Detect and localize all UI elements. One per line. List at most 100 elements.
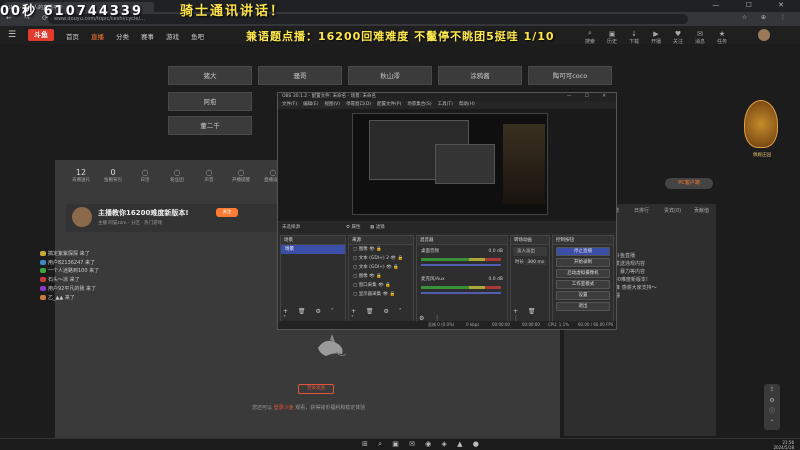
properties-label: 属性 [351,225,361,230]
nav-item-label: 任务 [716,39,727,45]
volume-slider[interactable] [421,264,501,266]
follow-button[interactable]: 关注 [216,208,238,217]
streamer-link[interactable]: 董二千 [168,116,252,135]
scene-item[interactable]: 场景 [281,245,345,254]
browser-toolbar-icons[interactable]: ☆ ⊕ ⋮ [742,14,792,21]
source-item[interactable]: ▢ 显示器采集 👁 🔒 [349,290,413,299]
chat-tab[interactable]: 贵宾(0) [664,207,681,214]
chat-entry: 用户92平凡的我 来了 [40,285,99,294]
volume-slider[interactable] [421,292,501,294]
control-button[interactable]: 停止直播 [556,247,610,256]
settings-icon[interactable]: ⚙ [764,395,780,406]
stat-item[interactable]: ◌ 粉丝团 [164,168,190,183]
stat-item[interactable]: ◌ 声音 [196,168,222,183]
obs-menu-item[interactable]: 停靠窗口(D) [346,102,371,107]
nav-right-item[interactable]: ⌕ 搜索 [580,29,600,45]
room-subtitle: 主播 阿猫zzm · 分区 · 热门游戏 [98,221,163,226]
stat-item[interactable]: ◌ 日活 [132,168,158,183]
nav-link[interactable]: 鱼吧 [191,33,204,41]
nav-right-item[interactable]: ♥ 关注 [668,30,688,45]
sources-toolbar[interactable]: + 🗑 ⚙ ˄ ˅ [351,308,413,322]
chat-tab[interactable]: 日排行 [634,207,649,214]
visibility-icon[interactable]: 👁 🔒 [377,283,391,288]
login-link[interactable]: 登录斗鱼 [274,405,294,411]
user-avatar[interactable] [758,29,770,41]
visibility-icon[interactable]: 👁 🔒 [368,247,382,252]
scenes-toolbar[interactable]: + 🗑 ⚙ ˄ ˅ [283,308,345,322]
obs-source-bar: 未选择源 ⚙ 属性 ▦ 滤镜 [278,223,616,233]
control-button[interactable]: 工作室模式 [556,280,610,289]
obs-menu-item[interactable]: 文件(F) [282,102,297,107]
taskbar-icons[interactable]: ⊞ ⌕ ▣ ✉ ◉ ◈ ▲ ● [362,440,483,449]
properties-button[interactable]: ⚙ 属性 [346,223,360,233]
menu-icon[interactable]: ☰ [8,30,16,40]
source-item[interactable]: ▢ 图像 👁 🔒 [349,245,413,254]
duration-field[interactable]: 300 ms [525,260,547,265]
source-item[interactable]: ▢ 窗口采集 👁 🔒 [349,281,413,290]
nav-link[interactable]: 赛事 [141,33,154,41]
visibility-icon[interactable]: 👁 🔒 [385,265,399,270]
game-badge[interactable]: 佩妮庄园 [744,100,780,170]
share-icon[interactable]: ⇪ [764,384,780,395]
mixer-dock: 混音器 桌面音频 0.0 dB 麦克风/Aux 0.0 dB ⚙ ⋮ [416,235,508,325]
streamer-link[interactable]: 猪大 [168,66,252,85]
nav-right-item[interactable]: ▶ 开播 [646,30,666,45]
nav-link[interactable]: 首页 [66,33,79,41]
stat-value: ◌ [205,168,213,177]
streamer-link[interactable]: 涂鸦酱 [438,66,522,85]
filters-button[interactable]: ▦ 滤镜 [370,223,385,233]
stat-item[interactable]: 12 去赠送礼 [68,168,94,183]
obs-window-controls[interactable]: — ☐ ✕ [567,93,612,101]
nav-right-item[interactable]: ↓ 下载 [624,30,644,45]
nav-link[interactable]: 直播 [91,33,104,41]
obs-menu-item[interactable]: 视图(V) [324,102,340,107]
source-item[interactable]: ▢ 文本 (GDI+) 2 👁 🔒 [349,254,413,263]
obs-menu-item[interactable]: 配置文件(P) [377,102,401,107]
source-item[interactable]: ▢ 图像 👁 🔒 [349,272,413,281]
obs-menu-item[interactable]: 工具(T) [438,102,453,107]
streamer-link[interactable]: 阿愈 [168,92,252,111]
stat-item[interactable]: 0 鱼粮背包 [100,168,126,183]
obs-preview[interactable] [278,109,616,221]
obs-menu-item[interactable]: 帮助(H) [459,102,475,107]
control-button[interactable]: 退出 [556,302,610,311]
back-to-top-icon[interactable]: ⌃ [764,417,780,428]
visibility-icon[interactable]: 👁 🔒 [389,256,403,261]
control-button[interactable]: 开始录制 [556,258,610,267]
stat-value: ◌ [237,168,245,177]
nav-link[interactable]: 分类 [116,33,129,41]
streamer-link[interactable]: 秋山澪 [348,66,432,85]
nav-item-icon: ▶ [653,30,659,38]
nav-link[interactable]: 游戏 [166,33,179,41]
chat-entry: 石头～凉 来了 [40,276,99,285]
streamer-avatar[interactable] [72,207,92,227]
info-icon[interactable]: ⓘ [764,406,780,417]
taskbar-clock[interactable]: 21:56 2024/5/18 [773,440,794,450]
obs-menu-item[interactable]: 编辑(E) [303,102,318,107]
stat-item[interactable]: ◌ 开播提醒 [228,168,254,183]
nav-right-item[interactable]: ★ 任务 [712,30,732,45]
clock-date: 2024/5/18 [773,445,794,450]
chat-tab[interactable]: 贡献值 [694,207,709,214]
side-float-toolbar[interactable]: ⇪ ⚙ ⓘ ⌃ [764,384,780,430]
visibility-icon[interactable]: 👁 🔒 [368,274,382,279]
site-logo[interactable]: 斗鱼 [28,29,54,41]
window-controls[interactable]: — ☐ ✕ [712,1,796,9]
pc-client-button[interactable]: PC客户端 [665,178,713,189]
obs-menu-item[interactable]: 场景集合(S) [407,102,431,107]
visibility-icon[interactable]: 👁 🔒 [381,292,396,297]
streamer-link[interactable]: 陶可可coco [528,66,612,85]
control-button[interactable]: 设置 [556,291,610,300]
scenes-dock: 场景 场景 + 🗑 ⚙ ˄ ˅ [280,235,346,325]
stat-label: 去赠送礼 [72,178,90,183]
transition-select[interactable]: 淡入淡出 [513,247,547,256]
overlay-marquee: 兼语题点播：16200回难难度 不鬣停不眺团5挺哇 1/10 [246,30,555,43]
transitions-toolbar[interactable]: + 🗑 ⋮ [513,308,549,322]
url-field[interactable]: www.douyu.com/topic/ceshi/cycle/... [48,14,688,24]
source-item[interactable]: ▢ 文本 (GDI+) 👁 🔒 [349,263,413,272]
streamer-link[interactable]: 骚哥 [258,66,342,85]
control-button[interactable]: 启动虚拟摄像机 [556,269,610,278]
nav-right-item[interactable]: ▣ 历史 [602,30,622,45]
login-send-button[interactable]: 登录发送 [298,384,334,394]
nav-right-item[interactable]: ✉ 消息 [690,30,710,45]
